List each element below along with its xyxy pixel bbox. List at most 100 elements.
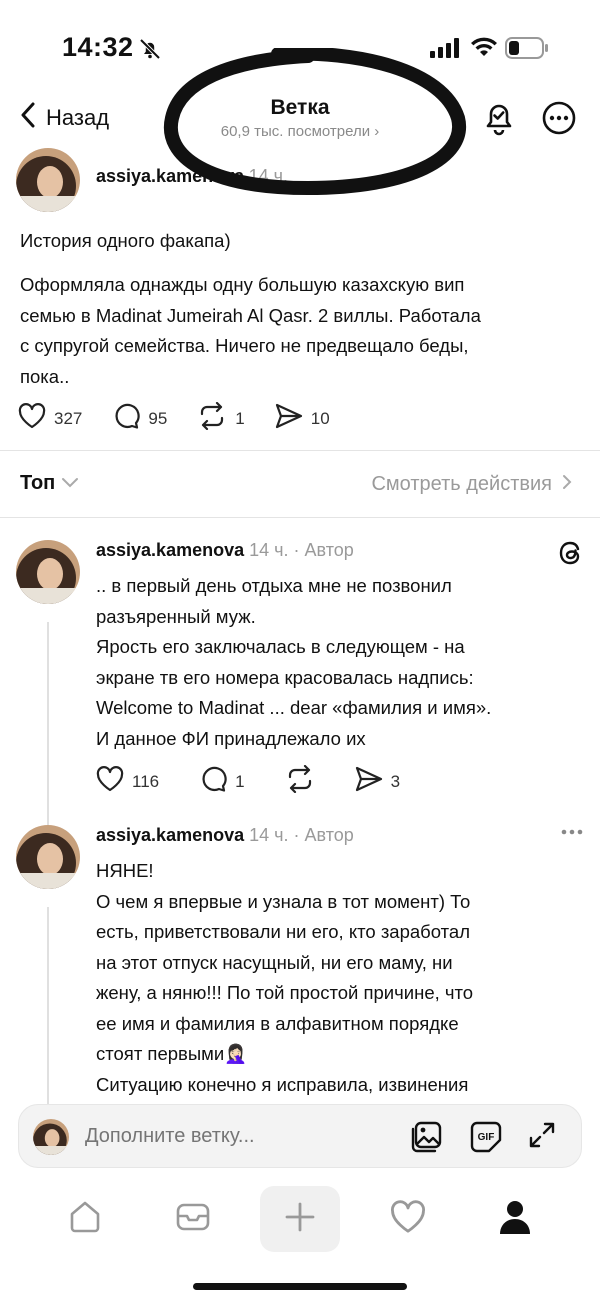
thread-header: Ветка 60,9 тыс. посмотрели › Назад [0,92,600,148]
reply-line: разъяренный муж. [96,605,256,627]
gallery-icon[interactable] [409,1120,443,1159]
reply-line: есть, приветствовали ни его, кто заработ… [96,921,471,942]
post-author-line: assiya.kamenova 14 ч. [96,166,288,187]
like-count: 327 [54,408,83,428]
reply-line: НЯНЕ! [96,860,154,881]
share-count: 3 [390,771,401,791]
battery-icon [505,37,549,64]
view-actions-link[interactable]: Смотреть действия [371,473,572,496]
thread-line [47,907,49,1107]
reply-line: экране тв его номера красовалась надпись… [96,666,474,688]
comment-count: 95 [148,408,168,428]
view-actions-label: Смотреть действия [371,473,552,495]
heart-icon [96,766,124,797]
reply-author-line: assiya.kamenova 14 ч. · Автор [96,540,354,561]
repost-icon [285,764,315,798]
ellipsis-icon[interactable] [560,825,584,844]
views-count-link[interactable]: 60,9 тыс. посмотрели › [221,123,380,140]
post-body-line: пока.. [20,365,70,387]
chevron-right-icon [562,473,572,496]
reply-line: жену, а няню!!! По той простой причине, … [96,982,474,1003]
bottom-nav [0,1186,600,1256]
chevron-left-icon [20,102,36,134]
post-body-line: Оформляла однажды одну большую казахскую… [20,274,465,295]
nav-profile[interactable] [475,1186,555,1252]
reply-input[interactable] [85,1125,385,1148]
thread-line [47,622,49,854]
expand-icon[interactable] [527,1120,557,1155]
reply-author-line: assiya.kamenova 14 ч. · Автор [96,825,354,846]
nav-activity[interactable] [368,1186,448,1252]
nav-create[interactable] [260,1186,340,1252]
compose-bar: GIF [18,1104,582,1168]
share-icon [355,766,383,797]
comment-icon [112,402,141,435]
svg-text:GIF: GIF [478,1132,495,1143]
share-count: 10 [310,408,330,428]
post-actions: 327 95 1 10 [18,401,360,435]
nav-inbox[interactable] [153,1186,233,1252]
signal-icon [430,38,462,63]
comment-icon [199,765,227,798]
sort-label: Топ [20,472,56,494]
avatar[interactable] [16,148,80,212]
comment-count: 1 [235,771,245,791]
repost-icon [197,401,227,435]
post-body-line: семью в Madinat Jumeirah Al Qasr. 2 вилл… [20,304,481,326]
plus-icon [284,1201,316,1238]
share-button[interactable]: 3 [355,766,400,797]
post-body: Оформляла однажды одну большую казахскую… [20,270,580,392]
divider [0,450,600,451]
home-indicator[interactable] [193,1283,407,1290]
divider [0,517,600,518]
reply-line: стоят первыми🤦🏻‍♀️ [96,1043,248,1064]
nav-home[interactable] [45,1186,125,1252]
reply-meta: 14 ч. · Автор [249,540,354,560]
back-button[interactable]: Назад [20,102,109,134]
more-icon[interactable] [541,100,577,141]
repost-button[interactable] [285,764,315,798]
bell-off-icon [138,37,162,66]
reply-line: на этот отпуск насущный, ни его маму, ни [96,951,453,973]
heart-icon [390,1199,426,1239]
comment-button[interactable]: 95 [112,402,167,435]
reply-username[interactable]: assiya.kamenova [96,540,244,560]
repost-count: 1 [235,408,245,428]
like-button[interactable]: 116 [96,766,159,797]
reply-username[interactable]: assiya.kamenova [96,825,244,845]
like-count: 116 [132,771,160,791]
threads-icon[interactable] [558,540,584,571]
reply-line: Ярость его заключалась в следующем - на [96,636,465,657]
avatar [33,1119,69,1155]
like-button[interactable]: 327 [18,403,82,434]
reply-line: Welcome to Madinat ... dear «фамилия и и… [96,697,492,718]
inbox-icon [175,1200,211,1239]
bell-check-icon[interactable] [482,100,516,141]
reply-actions: 116 1 3 [96,764,440,798]
reply-line: .. в первый день отдыха мне не позвонил [96,575,452,596]
heart-icon [18,403,46,434]
comment-button[interactable]: 1 [199,765,245,798]
wifi-icon [470,36,498,63]
share-button[interactable]: 10 [275,403,330,434]
reply-item: assiya.kamenova 14 ч. · Автор НЯНЕ! О че… [16,825,584,1115]
gif-icon[interactable]: GIF [469,1120,503,1159]
sort-row: Топ Смотреть действия [20,472,580,500]
status-bar: 14:32 [0,0,600,96]
avatar[interactable] [16,540,80,604]
avatar[interactable] [16,825,80,889]
post-body-line: с супругой семейства. Ничего не предвеща… [20,335,469,356]
post-header: assiya.kamenova 14 ч. [16,148,584,212]
sort-dropdown[interactable]: Топ [20,472,79,495]
reply-text: НЯНЕ! О чем я впервые и узнала в тот мом… [96,856,586,1100]
post-username[interactable]: assiya.kamenova [96,166,244,186]
reply-line: О чем я впервые и узнала в тот момент) Т… [96,890,471,912]
reply-text: .. в первый день отдыха мне не позвонил … [96,571,586,754]
status-time: 14:32 [62,32,134,62]
chevron-down-icon [61,472,79,495]
home-icon [67,1199,103,1240]
reply-line: ее имя и фамилия в алфавитном порядке [96,1012,459,1034]
share-icon [275,403,303,434]
post-time: 14 ч. [248,166,288,186]
repost-button[interactable]: 1 [197,401,245,435]
